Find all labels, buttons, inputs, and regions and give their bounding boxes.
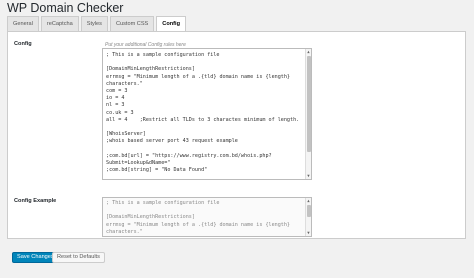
page-title: WP Domain Checker	[7, 1, 124, 15]
settings-tabs: General reCaptcha Styles Custom CSS Conf…	[7, 16, 186, 32]
config-example-label: Config Example	[14, 198, 57, 204]
code-line: ;com.bd[string] = "No Data Found"	[106, 167, 208, 173]
code-line: ; This is a sample configuration file	[106, 200, 220, 206]
code-line: characters."	[106, 80, 143, 87]
code-line: nl = 3	[106, 102, 125, 109]
code-line: [DomainMinLengthRestrictions]	[106, 214, 195, 221]
scroll-up-icon[interactable]: ▲	[306, 198, 311, 204]
tab-general[interactable]: General	[7, 16, 39, 31]
config-editor[interactable]: ; This is a sample configuration file [Do…	[102, 48, 312, 180]
code-line: all = 4 ;Restrict all TLDs to 3 characte…	[106, 116, 300, 123]
code-line: co.uk = 3	[106, 109, 134, 116]
code-line: ;whois based server port 43 request exam…	[106, 138, 238, 145]
tab-recaptcha[interactable]: reCaptcha	[40, 16, 79, 31]
code-line: ; This is a sample configuration file	[106, 52, 220, 58]
settings-panel: Config Put your additional Config rules …	[7, 31, 466, 239]
code-line: Submit=Lookup&dName="	[106, 159, 171, 166]
code-line: [DomainMinLengthRestrictions]	[106, 66, 195, 73]
code-line: characters."	[106, 228, 143, 235]
scroll-down-icon[interactable]: ▼	[306, 230, 311, 236]
scrollbar-thumb[interactable]	[307, 56, 311, 152]
scroll-down-icon[interactable]: ▼	[306, 173, 311, 179]
tab-custom-css[interactable]: Custom CSS	[109, 16, 155, 31]
code-line: [WhoisServer]	[106, 131, 146, 138]
tab-config[interactable]: Config	[156, 16, 186, 32]
config-label: Config	[14, 41, 32, 47]
config-editor-scrollbar[interactable]: ▲ ▼	[305, 49, 311, 179]
code-line: io = 4	[106, 95, 125, 102]
code-line: errmsg = "Minimum length of a .{tld} dom…	[106, 73, 291, 80]
reset-defaults-button[interactable]: Reset to Defaults	[52, 252, 105, 263]
scrollbar-thumb[interactable]	[307, 205, 311, 217]
config-example-box: ; This is a sample configuration file [Do…	[102, 197, 312, 237]
code-line: ;com.bd[url] = "https://www.registry.com…	[106, 152, 272, 159]
code-line: errmsg = "Minimum length of a .{tld} dom…	[106, 221, 291, 228]
tab-styles[interactable]: Styles	[80, 16, 108, 31]
code-line: com = 3	[106, 87, 128, 94]
config-example-scrollbar[interactable]: ▲ ▼	[305, 198, 311, 236]
scroll-up-icon[interactable]: ▲	[306, 49, 311, 55]
